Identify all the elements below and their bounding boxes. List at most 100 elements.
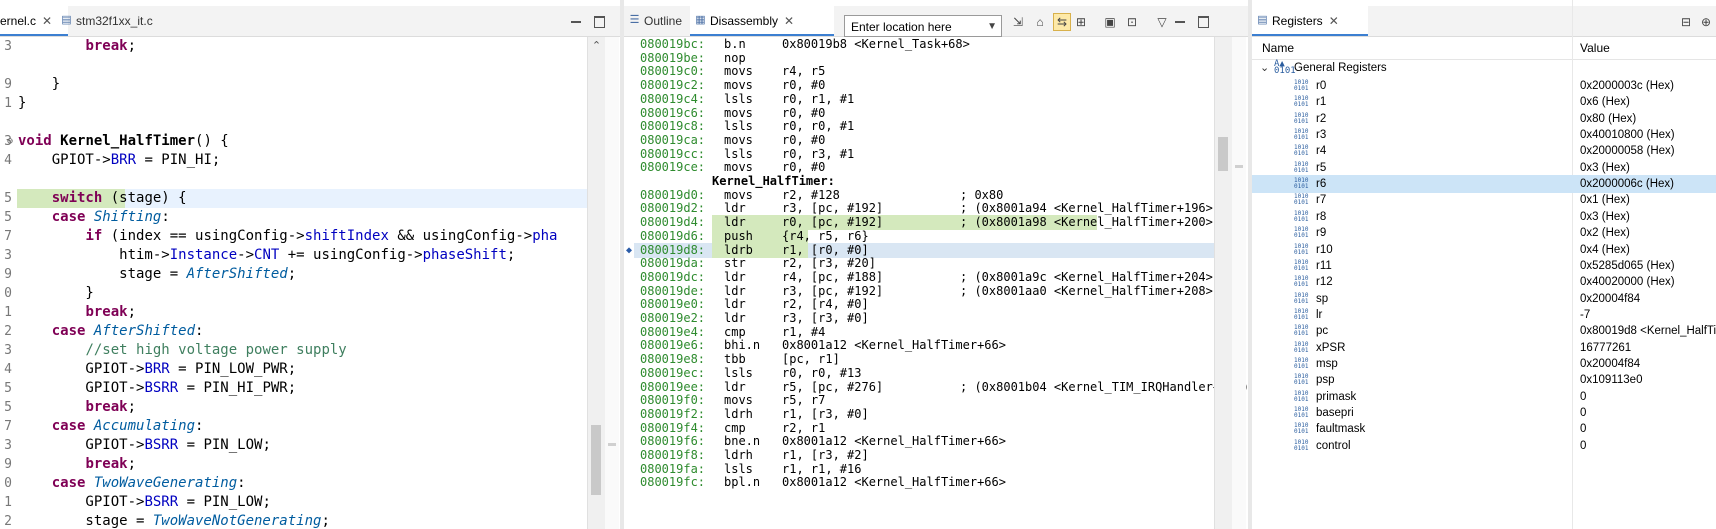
- register-value[interactable]: 0x20000058 (Hex): [1580, 142, 1675, 160]
- register-value[interactable]: 0x109113e0: [1580, 371, 1642, 389]
- code-line[interactable]: 1}: [0, 94, 587, 113]
- register-group-row[interactable]: ⌄ A▲ 0101 General Registers: [1252, 59, 1716, 77]
- code-line[interactable]: 1 GPIOT->BSRR = PIN_LOW;: [0, 493, 587, 512]
- column-value-header[interactable]: Value: [1580, 41, 1610, 55]
- register-value[interactable]: -7: [1580, 306, 1590, 324]
- fold-toggle-icon[interactable]: ⊖: [7, 132, 17, 151]
- code-line[interactable]: 2 case AfterShifted:: [0, 322, 587, 341]
- code-line[interactable]: 3 break;: [0, 37, 587, 56]
- minimize-icon[interactable]: [1175, 21, 1185, 23]
- chevron-down-icon[interactable]: ▼: [987, 16, 997, 38]
- register-row-pc[interactable]: 1010 0101 pc 0x80019d8 <Kernel_HalfTir: [1252, 322, 1716, 340]
- register-value[interactable]: 0x2000006c (Hex): [1580, 175, 1674, 193]
- register-row-msp[interactable]: 1010 0101 msp 0x20004f84: [1252, 355, 1716, 373]
- register-row-r3[interactable]: 1010 0101 r3 0x40010800 (Hex): [1252, 126, 1716, 144]
- tab-disassembly[interactable]: ▦ Disassembly ✕: [690, 6, 834, 36]
- register-value[interactable]: 0: [1580, 388, 1586, 406]
- register-value[interactable]: 0x80 (Hex): [1580, 110, 1636, 128]
- register-row-r6[interactable]: 1010 0101 r6 0x2000006c (Hex): [1252, 175, 1716, 194]
- register-value[interactable]: 0x1 (Hex): [1580, 191, 1630, 209]
- new-view-icon[interactable]: ▣: [1102, 14, 1118, 30]
- register-value[interactable]: 0x20004f84: [1580, 290, 1640, 308]
- register-value[interactable]: 0x80019d8 <Kernel_HalfTir: [1580, 322, 1716, 340]
- code-line[interactable]: 9 }: [0, 75, 587, 94]
- register-row-r5[interactable]: 1010 0101 r5 0x3 (Hex): [1252, 159, 1716, 177]
- register-row-r2[interactable]: 1010 0101 r2 0x80 (Hex): [1252, 110, 1716, 128]
- close-icon[interactable]: ✕: [784, 6, 794, 36]
- register-row-sp[interactable]: 1010 0101 sp 0x20004f84: [1252, 290, 1716, 308]
- register-value[interactable]: 0x2000003c (Hex): [1580, 77, 1674, 95]
- code-line[interactable]: [0, 113, 587, 132]
- tab-registers[interactable]: ▤ Registers ✕: [1252, 6, 1368, 36]
- close-icon[interactable]: ✕: [1329, 6, 1339, 36]
- code-line[interactable]: 3 //set high voltage power supply: [0, 341, 587, 360]
- register-value[interactable]: 0: [1580, 420, 1586, 438]
- register-row-r11[interactable]: 1010 0101 r11 0x5285d065 (Hex): [1252, 257, 1716, 275]
- location-input[interactable]: Enter location here ▼: [844, 15, 1002, 37]
- minimize-icon[interactable]: [571, 21, 581, 23]
- register-value[interactable]: 0x3 (Hex): [1580, 208, 1630, 226]
- chevron-down-icon[interactable]: ⌄: [1260, 59, 1269, 77]
- show-source-icon[interactable]: ⊞: [1073, 14, 1089, 30]
- code-line[interactable]: 5 GPIOT->BSRR = PIN_HI_PWR;: [0, 379, 587, 398]
- code-line[interactable]: 7 if (index == usingConfig->shiftIndex &…: [0, 227, 587, 246]
- register-value[interactable]: 0x2 (Hex): [1580, 224, 1630, 242]
- instruction-row[interactable]: 080019fc: bpl.n 0x8001a12 <Kernel_HalfTime…: [624, 475, 1214, 490]
- register-row-r0[interactable]: 1010 0101 r0 0x2000003c (Hex): [1252, 77, 1716, 95]
- register-row-psp[interactable]: 1010 0101 psp 0x109113e0: [1252, 371, 1716, 389]
- code-line[interactable]: 0 case TwoWaveGenerating:: [0, 474, 587, 493]
- code-line[interactable]: 9 stage = AfterShifted;: [0, 265, 587, 284]
- close-icon[interactable]: ✕: [42, 6, 52, 36]
- register-value[interactable]: 0: [1580, 404, 1586, 422]
- register-value[interactable]: 0x40020000 (Hex): [1580, 273, 1675, 291]
- tab-stm32f1xx-it-c[interactable]: ▤ stm32f1xx_it.c: [56, 6, 196, 36]
- code-line[interactable]: 1 break;: [0, 303, 587, 322]
- maximize-icon[interactable]: [1198, 16, 1209, 28]
- register-value[interactable]: 0x6 (Hex): [1580, 93, 1630, 111]
- register-row-xpsr[interactable]: 1010 0101 xPSR 16777261: [1252, 339, 1716, 357]
- code-line[interactable]: 3 htim->Instance->CNT += usingConfig->ph…: [0, 246, 587, 265]
- scrollbar-thumb[interactable]: [1218, 137, 1228, 171]
- code-line[interactable]: 3 ⊖ void Kernel_HalfTimer() {: [0, 132, 587, 151]
- overview-mark[interactable]: [1235, 165, 1243, 168]
- disassembly-vertical-scrollbar[interactable]: [1214, 37, 1232, 529]
- register-value[interactable]: 0: [1580, 437, 1586, 455]
- maximize-icon[interactable]: [594, 16, 605, 28]
- register-row-r12[interactable]: 1010 0101 r12 0x40020000 (Hex): [1252, 273, 1716, 291]
- register-row-r4[interactable]: 1010 0101 r4 0x20000058 (Hex): [1252, 142, 1716, 160]
- goto-pc-icon[interactable]: ⇲: [1010, 14, 1026, 30]
- register-value[interactable]: 0x4 (Hex): [1580, 241, 1630, 259]
- register-row-lr[interactable]: 1010 0101 lr -7: [1252, 306, 1716, 324]
- code-line[interactable]: [0, 56, 587, 75]
- register-row-control[interactable]: 1010 0101 control 0: [1252, 437, 1716, 455]
- code-line[interactable]: 5 break;: [0, 398, 587, 417]
- register-row-r1[interactable]: 1010 0101 r1 0x6 (Hex): [1252, 93, 1716, 111]
- view-menu-icon[interactable]: ▽: [1154, 14, 1170, 30]
- code-line[interactable]: 4 GPIOT->BRR = PIN_LOW_PWR;: [0, 360, 587, 379]
- scrollbar-thumb[interactable]: [591, 425, 601, 495]
- column-name-header[interactable]: Name: [1262, 41, 1294, 55]
- link-with-editor-icon[interactable]: ⇆: [1053, 13, 1071, 31]
- register-value[interactable]: 16777261: [1580, 339, 1631, 357]
- code-line[interactable]: 5 switch (stage) {: [0, 189, 587, 208]
- register-row-r10[interactable]: 1010 0101 r10 0x4 (Hex): [1252, 241, 1716, 259]
- add-register-group-icon[interactable]: ⊕: [1698, 14, 1714, 30]
- register-value[interactable]: 0x40010800 (Hex): [1580, 126, 1675, 144]
- disassembly-listing[interactable]: 080019bc: b.n 0x80019b8 <Kernel_Task+68> 08…: [624, 37, 1248, 529]
- editor-vertical-scrollbar[interactable]: ⌃: [587, 37, 605, 529]
- code-line[interactable]: 9 break;: [0, 455, 587, 474]
- register-row-r8[interactable]: 1010 0101 r8 0x3 (Hex): [1252, 208, 1716, 226]
- register-row-basepri[interactable]: 1010 0101 basepri 0: [1252, 404, 1716, 422]
- code-line[interactable]: 7 case Accumulating:: [0, 417, 587, 436]
- code-line[interactable]: 4 GPIOT->BRR = PIN_HI;: [0, 151, 587, 170]
- overview-mark[interactable]: [608, 443, 616, 446]
- register-row-faultmask[interactable]: 1010 0101 faultmask 0: [1252, 420, 1716, 438]
- code-text-area[interactable]: 3 break; 9 } 1} 3 ⊖ void Kernel_HalfTimer() {…: [0, 37, 587, 529]
- code-line[interactable]: [0, 170, 587, 189]
- home-icon[interactable]: ⌂: [1032, 14, 1048, 30]
- register-row-r7[interactable]: 1010 0101 r7 0x1 (Hex): [1252, 191, 1716, 209]
- register-value[interactable]: 0x5285d065 (Hex): [1580, 257, 1675, 275]
- collapse-all-icon[interactable]: ⊟: [1678, 14, 1694, 30]
- scroll-up-icon[interactable]: ⌃: [588, 39, 605, 52]
- code-line[interactable]: 5 case Shifting:: [0, 208, 587, 227]
